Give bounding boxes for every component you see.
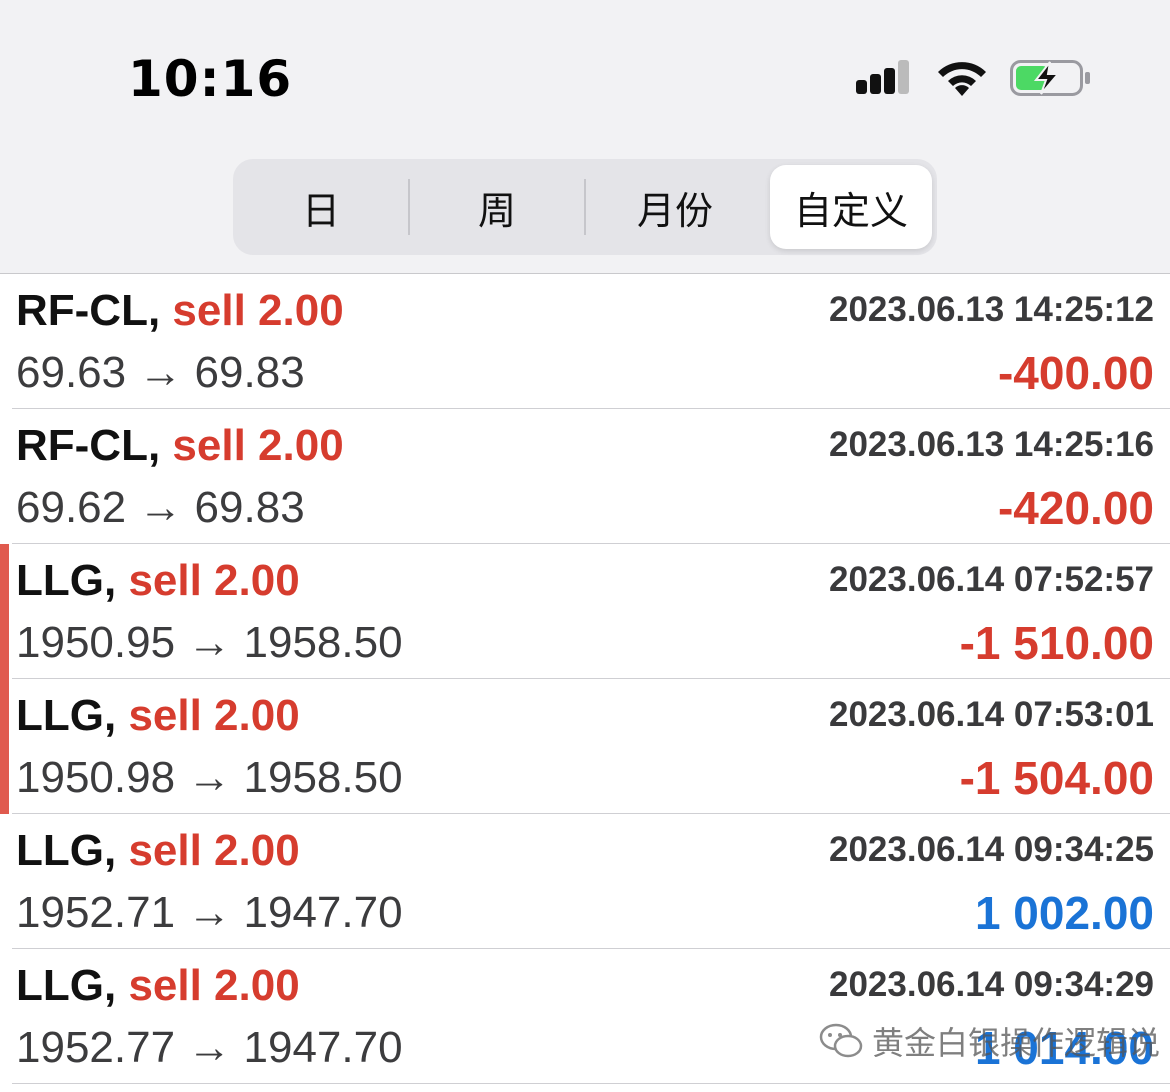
trade-price: 69.63 → 69.83 [16, 348, 305, 397]
cellular-signal-icon [856, 58, 914, 98]
trade-time: 2023.06.13 14:25:12 [829, 290, 1154, 329]
trade-symbol: RF-CL, [16, 421, 161, 470]
trade-side: sell 2.00 [128, 826, 300, 875]
trade-title: LLG, sell 2.00 [16, 961, 300, 1011]
battery-charging-icon [1010, 60, 1090, 96]
trade-title: RF-CL, sell 2.00 [16, 286, 344, 336]
trade-row[interactable]: RF-CL, sell 2.00 2023.06.13 14:25:12 69.… [12, 274, 1170, 409]
trade-price: 1950.98 → 1958.50 [16, 753, 403, 802]
trade-symbol: LLG, [16, 826, 117, 875]
trade-title: LLG, sell 2.00 [16, 826, 300, 876]
trade-symbol: LLG, [16, 556, 117, 605]
trade-price: 69.62 → 69.83 [16, 483, 305, 532]
segment-month[interactable]: 月份 [585, 165, 765, 249]
trade-time: 2023.06.14 09:34:25 [829, 830, 1154, 869]
status-time: 10:16 [128, 50, 293, 108]
trade-time: 2023.06.13 14:25:16 [829, 425, 1154, 464]
trade-title: LLG, sell 2.00 [16, 691, 300, 741]
trade-time: 2023.06.14 07:52:57 [829, 560, 1154, 599]
trade-side: sell 2.00 [172, 421, 344, 470]
trade-history-list: RF-CL, sell 2.00 2023.06.13 14:25:12 69.… [0, 274, 1170, 1084]
trade-symbol: LLG, [16, 691, 117, 740]
wechat-icon [819, 1023, 863, 1058]
trade-time: 2023.06.14 09:34:29 [829, 965, 1154, 1004]
trade-profit: -420.00 [997, 482, 1154, 534]
watermark: 黄金白银操作逻辑说 [818, 1018, 1160, 1064]
trade-price: 1952.71 → 1947.70 [16, 888, 403, 937]
trade-row[interactable]: LLG, sell 2.00 2023.06.14 07:52:57 1950.… [0, 544, 1170, 679]
trade-title: LLG, sell 2.00 [16, 556, 300, 606]
trade-side: sell 2.00 [128, 691, 300, 740]
trade-side: sell 2.00 [128, 556, 300, 605]
trade-row[interactable]: RF-CL, sell 2.00 2023.06.13 14:25:16 69.… [12, 409, 1170, 544]
trade-side: sell 2.00 [128, 961, 300, 1010]
trade-title: RF-CL, sell 2.00 [16, 421, 344, 471]
trade-price: 1952.77 → 1947.70 [16, 1023, 403, 1072]
trade-time: 2023.06.14 07:53:01 [829, 695, 1154, 734]
wifi-icon [938, 62, 986, 96]
trade-symbol: LLG, [16, 961, 117, 1010]
trade-profit: -1 504.00 [959, 752, 1154, 804]
top-area: 10:16 日 周 月份 自定义 [0, 0, 1170, 274]
period-segmented-control: 日 周 月份 自定义 [233, 159, 937, 255]
segment-day[interactable]: 日 [233, 165, 409, 249]
watermark-text: 黄金白银操作逻辑说 [872, 1024, 1161, 1062]
segment-custom[interactable]: 自定义 [770, 165, 932, 249]
trade-profit: -1 510.00 [959, 617, 1154, 669]
trade-profit: -400.00 [997, 347, 1154, 399]
trade-symbol: RF-CL, [16, 286, 161, 335]
trade-row[interactable]: LLG, sell 2.00 2023.06.14 09:34:25 1952.… [12, 814, 1170, 949]
trade-side: sell 2.00 [172, 286, 344, 335]
trade-profit: 1 002.00 [974, 887, 1154, 939]
segment-week[interactable]: 周 [409, 165, 585, 249]
trade-row[interactable]: LLG, sell 2.00 2023.06.14 07:53:01 1950.… [0, 679, 1170, 814]
trade-price: 1950.95 → 1958.50 [16, 618, 403, 667]
